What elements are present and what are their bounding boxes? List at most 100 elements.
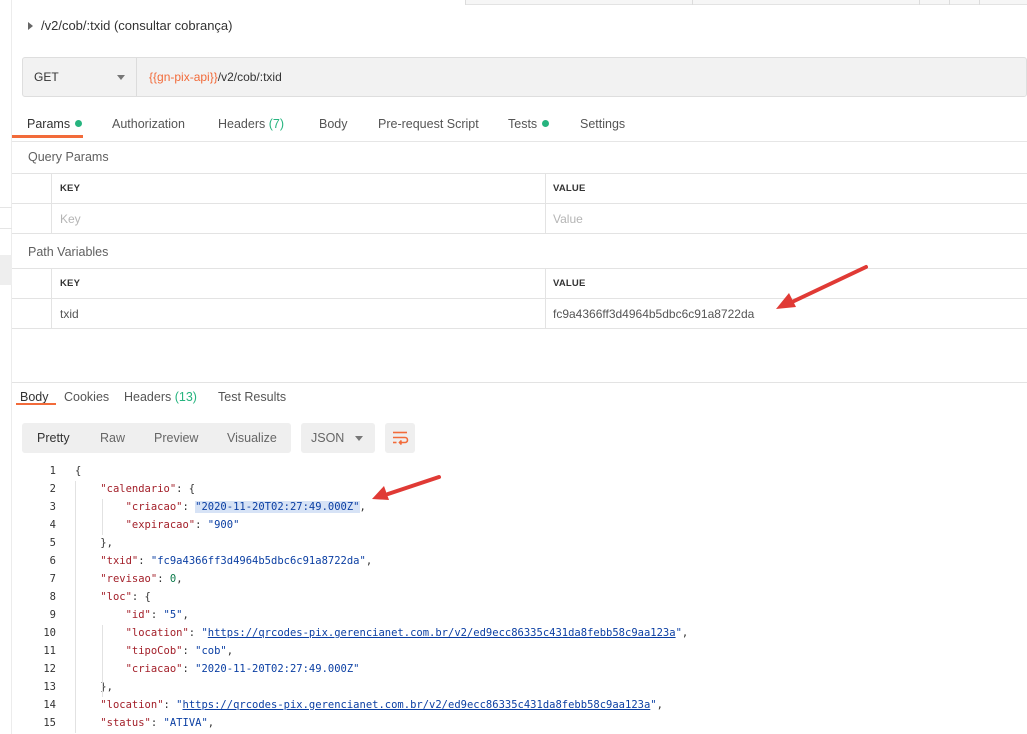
key-column-header: KEY — [52, 174, 546, 204]
code-token: "id" — [125, 609, 151, 621]
raw-button[interactable]: Raw — [100, 423, 125, 453]
response-tab-headers[interactable]: Headers (13) — [124, 390, 197, 404]
path-variables-table: KEY VALUE txid fc9a4366ff3d4964b5dbc6c91… — [12, 268, 1027, 329]
response-body-editor[interactable]: 1{2 "calendario": {3 "criacao": "2020-11… — [12, 462, 1027, 733]
row-handle-cell — [12, 269, 52, 299]
key-input[interactable]: Key — [52, 204, 546, 234]
pretty-button[interactable]: Pretty — [37, 423, 70, 453]
code-line: 11 "tipoCob": "cob", — [12, 642, 1027, 660]
code-token: "loc" — [100, 591, 132, 603]
code-token: : — [182, 663, 196, 675]
code-token: "location" — [100, 699, 164, 711]
method-select[interactable]: GET — [23, 58, 137, 96]
response-tab-body[interactable]: Body — [20, 390, 49, 404]
code-content: "location": "https://qrcodes-pix.gerenci… — [75, 696, 663, 714]
code-line: 14 "location": "https://qrcodes-pix.gere… — [12, 696, 1027, 714]
tab-divider — [692, 0, 693, 5]
code-token: , — [207, 717, 215, 729]
code-token: : — [138, 555, 151, 567]
url-bar: GET {{gn-pix-api}}/v2/cob/:txid — [22, 57, 1027, 97]
request-panel: /v2/cob/:txid (consultar cobrança) GET {… — [12, 0, 1027, 734]
wrap-lines-icon — [393, 431, 409, 446]
response-tabs: Body Cookies Headers (13) Test Results — [12, 382, 1027, 412]
code-token: "5" — [163, 609, 183, 621]
code-token: "fc9a4366ff3d4964b5dbc6c91a8722da" — [150, 555, 366, 567]
wrap-lines-button[interactable] — [385, 423, 415, 453]
code-token: "tipoCob" — [125, 645, 183, 657]
sidebar-edge — [0, 0, 12, 734]
code-content: "criacao": "2020-11-20T02:27:49.000Z", — [75, 498, 366, 516]
visualize-button[interactable]: Visualize — [227, 423, 277, 453]
path-variables-title: Path Variables — [28, 245, 109, 259]
line-number: 11 — [43, 645, 56, 657]
row-handle-cell — [12, 299, 52, 329]
value-input[interactable]: Value — [546, 204, 1027, 234]
tab-body[interactable]: Body — [319, 110, 348, 140]
method-label: GET — [34, 70, 59, 84]
request-name[interactable]: /v2/cob/:txid (consultar cobrança) — [28, 18, 232, 33]
txid-key-cell[interactable]: txid — [52, 299, 546, 329]
code-token: "criacao" — [125, 501, 183, 513]
tab-headers[interactable]: Headers (7) — [218, 110, 284, 140]
request-tab-strip — [12, 0, 1027, 5]
tab-body-label: Body — [319, 117, 348, 131]
code-token: , — [681, 627, 689, 639]
code-token: "txid" — [100, 555, 139, 567]
code-token: "ATIVA" — [163, 717, 208, 729]
code-content: "calendario": { — [75, 480, 195, 498]
format-toggle-group: Pretty Raw Preview Visualize — [22, 423, 291, 453]
url-link[interactable]: https://qrcodes-pix.gerencianet.com.br/v… — [183, 699, 651, 711]
code-line: 9 "id": "5", — [12, 606, 1027, 624]
status-dot — [542, 120, 550, 127]
sidebar-item[interactable] — [0, 207, 12, 229]
code-token: "2020-11-20T02:27:49.000Z" — [195, 501, 360, 513]
tab-tests[interactable]: Tests — [508, 110, 550, 140]
code-line: 8 "loc": { — [12, 588, 1027, 606]
tab-prerequest-script[interactable]: Pre-request Script — [378, 110, 479, 140]
tab-settings[interactable]: Settings — [580, 110, 625, 140]
code-token: "location" — [125, 627, 189, 639]
request-tabs: Params Authorization Headers (7) Body Pr… — [12, 110, 1027, 140]
code-token: "900" — [207, 519, 240, 531]
active-request-tab[interactable] — [12, 0, 465, 5]
language-label: JSON — [311, 431, 345, 445]
table-row: Key Value — [12, 204, 1027, 234]
tab-authorization[interactable]: Authorization — [112, 110, 185, 140]
txid-value-cell[interactable]: fc9a4366ff3d4964b5dbc6c91a8722da — [546, 299, 1027, 329]
code-token: , — [656, 699, 663, 711]
code-content: { — [75, 462, 81, 480]
indent-guide — [102, 499, 103, 535]
line-number: 2 — [49, 483, 56, 495]
url-input[interactable]: {{gn-pix-api}}/v2/cob/:txid — [149, 58, 282, 96]
url-link[interactable]: https://qrcodes-pix.gerencianet.com.br/v… — [208, 627, 676, 639]
code-token: : — [195, 519, 208, 531]
code-content: "tipoCob": "cob", — [75, 642, 234, 660]
query-params-title: Query Params — [28, 150, 109, 164]
code-content: }, — [75, 678, 113, 696]
key-column-header: KEY — [52, 269, 546, 299]
line-number: 8 — [49, 591, 56, 603]
language-select[interactable]: JSON — [301, 423, 375, 453]
table-row: txid fc9a4366ff3d4964b5dbc6c91a8722da — [12, 299, 1027, 329]
response-tab-cookies[interactable]: Cookies — [64, 390, 109, 404]
code-token: : { — [131, 591, 151, 603]
active-response-tab-indicator — [16, 403, 56, 405]
url-path: /v2/cob/:txid — [217, 70, 282, 84]
tab-headers-label: Headers — [218, 117, 266, 131]
response-tab-test-results[interactable]: Test Results — [218, 390, 286, 404]
code-token: : — [182, 645, 196, 657]
headers-count: (7) — [268, 117, 285, 131]
preview-button[interactable]: Preview — [154, 423, 198, 453]
line-number: 6 — [49, 555, 56, 567]
sidebar-item-selected[interactable] — [0, 255, 12, 285]
caret-right-icon[interactable] — [28, 21, 33, 30]
code-line: 4 "expiracao": "900" — [12, 516, 1027, 534]
code-line: 2 "calendario": { — [12, 480, 1027, 498]
value-column-header: VALUE — [553, 278, 586, 289]
code-token: : — [157, 573, 170, 585]
indent-guide — [102, 625, 103, 697]
query-params-table: KEY VALUE Key Value — [12, 173, 1027, 234]
tab-divider — [919, 0, 920, 5]
response-tab-headers-label: Headers — [124, 390, 172, 404]
line-number: 12 — [43, 663, 56, 675]
